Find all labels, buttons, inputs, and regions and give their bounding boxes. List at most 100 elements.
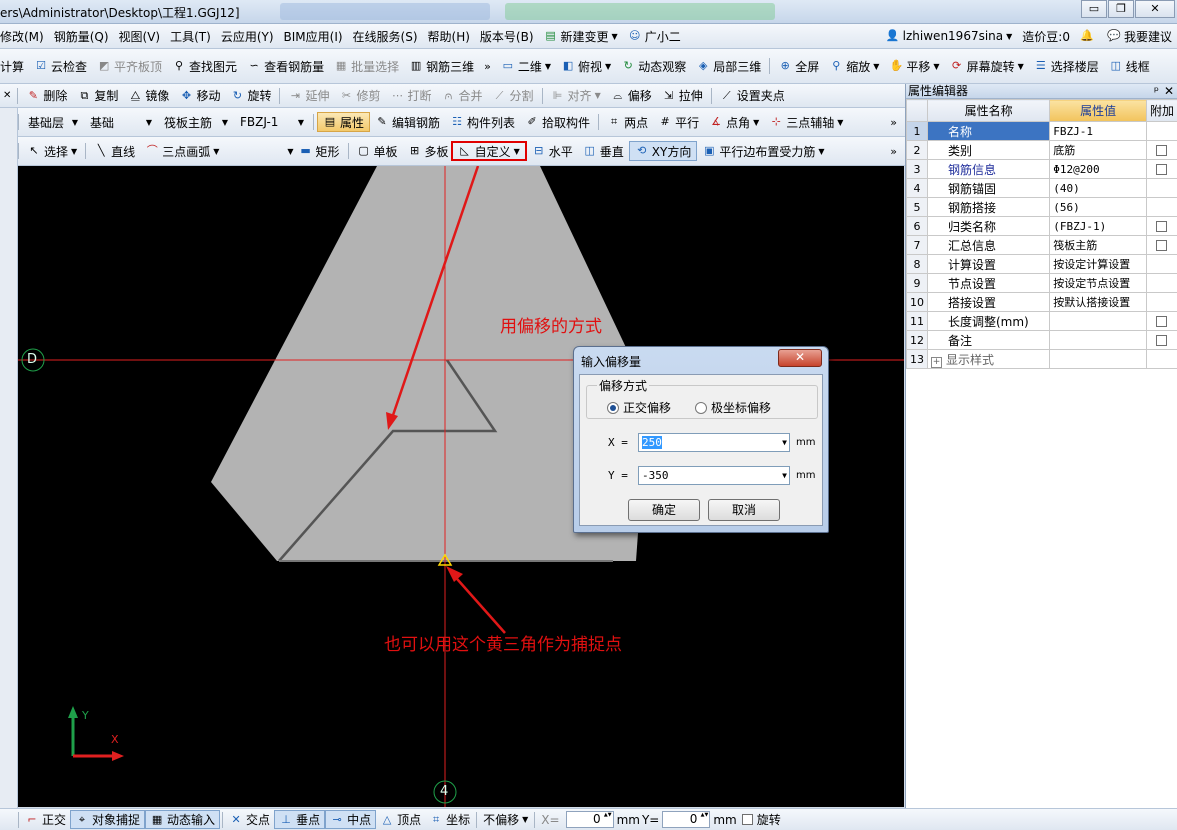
menu-version[interactable]: 版本号(B) — [475, 26, 539, 46]
ok-button[interactable]: 确定 — [628, 499, 700, 521]
horizontal-button[interactable]: ⊟ 水平 — [527, 141, 578, 161]
property-value[interactable]: 按默认搭接设置 — [1049, 292, 1147, 312]
toolbar-overflow[interactable]: » — [890, 116, 905, 129]
midpoint-snap[interactable]: ⊸ 中点 — [325, 810, 377, 829]
close-button[interactable]: ✕ — [1135, 0, 1175, 18]
property-value[interactable]: 按设定计算设置 — [1049, 254, 1147, 274]
rotate-button[interactable]: ↻ 旋转 — [225, 86, 276, 106]
mirror-button[interactable]: ⧋ 镜像 — [123, 86, 174, 106]
rebar-3d-button[interactable]: ▥ 钢筋三维 — [404, 56, 479, 76]
find-element-button[interactable]: ⚲ 查找图元 — [167, 56, 242, 76]
property-row[interactable]: 2 类别 底筋 — [906, 140, 1177, 160]
property-extra[interactable] — [1145, 330, 1177, 350]
polar-offset-radio[interactable]: 极坐标偏移 — [695, 399, 771, 416]
trim-button[interactable]: ✂ 修剪 — [334, 86, 385, 106]
close-icon[interactable]: ✕ — [1164, 84, 1174, 98]
merge-button[interactable]: ⩀ 合并 — [437, 86, 488, 106]
y-coord-input[interactable]: 0 — [662, 811, 711, 828]
guangxiaoer-button[interactable]: ☺ 广小二 — [623, 26, 686, 46]
parallel-edge-rebar-button[interactable]: ▣ 平行边布置受力筋 ▼ — [697, 141, 829, 161]
ortho-toggle[interactable]: ⌐ 正交 — [21, 810, 70, 829]
chevron-down-icon[interactable]: ▼ — [782, 467, 787, 484]
align-slab-top-button[interactable]: ◩ 平齐板顶 — [92, 56, 167, 76]
property-extra[interactable] — [1145, 216, 1177, 236]
cloud-check-button[interactable]: ☑ 云检查 — [29, 56, 92, 76]
view-rebar-qty-button[interactable]: ∽ 查看钢筋量 — [242, 56, 329, 76]
orthogonal-offset-radio[interactable]: 正交偏移 — [607, 399, 671, 416]
property-value[interactable]: 底筋 — [1049, 140, 1147, 160]
custom-button[interactable]: ◺ 自定义 ▼ — [450, 141, 527, 161]
2d-button[interactable]: ▭ 二维 ▼ — [496, 56, 556, 76]
toolbar-overflow[interactable]: » — [479, 56, 496, 76]
rectangle-button[interactable]: ▬ 矩形 — [294, 141, 345, 161]
menu-cloud[interactable]: 云应用(Y) — [216, 26, 279, 46]
extend-button[interactable]: ⇥ 延伸 — [283, 86, 334, 106]
element-type-select[interactable]: 筏板主筋 ▼ — [161, 113, 231, 131]
element-name-select[interactable]: FBZJ-1 ▼ — [237, 113, 307, 131]
bell-icon[interactable]: 🔔 — [1075, 26, 1102, 46]
select-floor-button[interactable]: ☰ 选择楼层 — [1029, 56, 1104, 76]
split-button[interactable]: ⟋ 分割 — [488, 86, 539, 106]
property-row[interactable]: 1 名称 FBZJ-1 — [906, 121, 1177, 141]
calculate-button[interactable]: 计算 — [0, 56, 29, 76]
move-button[interactable]: ✥ 移动 — [174, 86, 225, 106]
orbit-button[interactable]: ↻ 动态观察 — [616, 56, 691, 76]
attach-checkbox[interactable] — [1156, 335, 1168, 346]
attach-checkbox[interactable] — [1156, 240, 1168, 251]
property-value[interactable] — [1049, 330, 1147, 350]
property-value[interactable]: 筏板主筋 — [1049, 235, 1147, 255]
fullscreen-button[interactable]: ⊕ 全屏 — [773, 56, 824, 76]
category-select[interactable]: 基础 ▼ — [87, 113, 155, 131]
x-coord-input[interactable]: 0 — [565, 811, 614, 828]
perpendicular-snap[interactable]: ⊥ 垂点 — [274, 810, 326, 829]
property-value[interactable]: (56) — [1049, 197, 1147, 217]
property-row[interactable]: 10 搭接设置 按默认搭接设置 — [906, 292, 1177, 312]
property-row[interactable]: 13 + 显示样式 — [906, 349, 1177, 369]
menu-online[interactable]: 在线服务(S) — [348, 26, 423, 46]
local-3d-button[interactable]: ◈ 局部三维 — [691, 56, 766, 76]
edit-rebar-button[interactable]: ✎ 编辑钢筋 — [370, 112, 445, 132]
xy-direction-button[interactable]: ⟲ XY方向 — [628, 141, 698, 161]
menu-view[interactable]: 视图(V) — [114, 26, 166, 46]
expand-icon[interactable]: + — [931, 356, 942, 368]
pick-element-button[interactable]: ✐ 拾取构件 — [520, 112, 595, 132]
dialog-close-button[interactable]: ✕ — [778, 349, 822, 367]
vertical-button[interactable]: ◫ 垂直 — [578, 141, 629, 161]
menu-help[interactable]: 帮助(H) — [423, 26, 475, 46]
user-account[interactable]: 👤 lzhiwen1967sina ▼ — [881, 26, 1018, 46]
property-value[interactable]: (FBZJ-1) — [1049, 216, 1147, 236]
property-row[interactable]: 7 汇总信息 筏板主筋 — [906, 235, 1177, 255]
three-point-arc-button[interactable]: ⌒ 三点画弧 ▼ — [140, 141, 224, 161]
property-extra[interactable] — [1145, 235, 1177, 255]
property-value[interactable]: Φ12@200 — [1049, 159, 1147, 179]
intersection-snap[interactable]: ✕ 交点 — [225, 810, 274, 829]
cost-beans[interactable]: 造价豆:0 — [1017, 26, 1075, 46]
vertex-snap[interactable]: △ 顶点 — [376, 810, 425, 829]
property-row[interactable]: 4 钢筋锚固 (40) — [906, 178, 1177, 198]
attach-checkbox[interactable] — [1156, 164, 1168, 175]
chevron-down-icon[interactable]: ▼ — [782, 434, 787, 451]
three-point-axis-button[interactable]: ⊹ 三点辅轴 ▼ — [764, 112, 848, 132]
pan-button[interactable]: ✋ 平移 ▼ — [884, 56, 944, 76]
attach-checkbox[interactable] — [1156, 145, 1168, 156]
offset-button[interactable]: ⌓ 偏移 — [606, 86, 657, 106]
property-row[interactable]: 3 钢筋信息 Φ12@200 — [906, 159, 1177, 179]
property-extra[interactable] — [1145, 159, 1177, 179]
properties-button[interactable]: ▤ 属性 — [317, 112, 371, 132]
align-button[interactable]: ⊫ 对齐 ▼ — [546, 86, 606, 106]
property-extra[interactable] — [1145, 140, 1177, 160]
property-value[interactable]: FBZJ-1 — [1049, 121, 1147, 141]
property-extra[interactable] — [1145, 311, 1177, 331]
line-button[interactable]: ╲ 直线 — [89, 141, 140, 161]
coordinate-snap[interactable]: ⌗ 坐标 — [425, 810, 474, 829]
maximize-button[interactable]: ❐ — [1108, 0, 1134, 18]
menu-bim[interactable]: BIM应用(I) — [279, 26, 348, 46]
single-slab-button[interactable]: ▢ 单板 — [352, 141, 403, 161]
offset-mode-select[interactable]: 不偏移 ▼ — [479, 810, 532, 829]
property-value[interactable]: (40) — [1049, 178, 1147, 198]
x-offset-input[interactable]: 250 ▼ — [638, 433, 790, 452]
copy-button[interactable]: ⧉ 复制 — [72, 86, 123, 106]
minimize-button[interactable]: ▭ — [1081, 0, 1107, 18]
property-row[interactable]: 5 钢筋搭接 (56) — [906, 197, 1177, 217]
point-angle-axis-button[interactable]: ∡ 点角 ▼ — [704, 112, 764, 132]
